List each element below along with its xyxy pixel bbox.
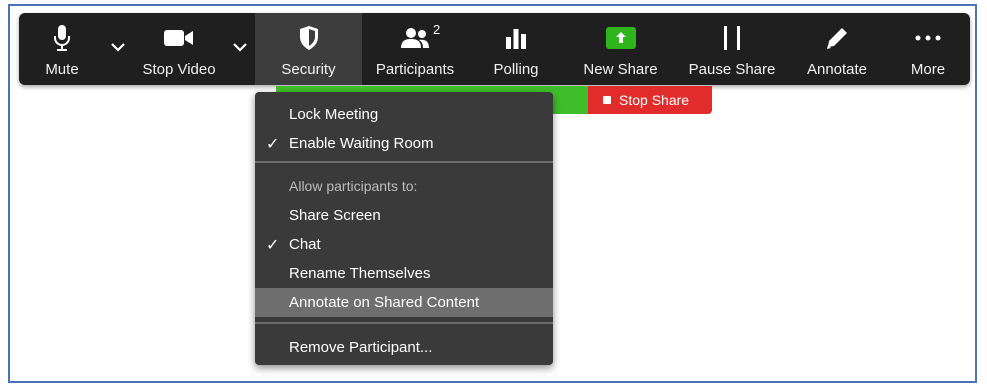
checkmark-icon: ✓ bbox=[266, 237, 280, 254]
new-share-button[interactable]: New Share bbox=[575, 13, 666, 85]
participants-button[interactable]: 2 Participants bbox=[365, 13, 465, 85]
pause-share-label: Pause Share bbox=[688, 61, 776, 78]
video-options-chevron[interactable] bbox=[229, 37, 251, 57]
menu-item-lock-meeting[interactable]: Lock Meeting bbox=[255, 100, 553, 129]
stop-video-label: Stop Video bbox=[142, 61, 216, 78]
security-label: Security bbox=[281, 61, 336, 78]
bar-chart-icon bbox=[477, 24, 555, 52]
pause-share-button[interactable]: Pause Share bbox=[681, 13, 783, 85]
stop-video-button[interactable]: Stop Video bbox=[131, 13, 227, 85]
share-upload-icon bbox=[575, 24, 666, 52]
lock-meeting-label: Lock Meeting bbox=[289, 106, 379, 123]
participants-icon bbox=[365, 24, 465, 52]
pause-icon bbox=[681, 24, 783, 52]
polling-label: Polling bbox=[493, 61, 539, 78]
mute-label: Mute bbox=[45, 61, 79, 78]
remove-participant-label: Remove Participant... bbox=[289, 339, 433, 356]
menu-divider bbox=[255, 322, 553, 324]
participants-count-badge: 2 bbox=[433, 22, 441, 37]
participants-label: Participants bbox=[375, 61, 455, 78]
menu-item-annotate-shared-content[interactable]: Annotate on Shared Content bbox=[255, 288, 553, 317]
chevron-down-icon bbox=[111, 43, 125, 52]
menu-item-rename-themselves[interactable]: Rename Themselves bbox=[255, 259, 553, 288]
rename-themselves-label: Rename Themselves bbox=[289, 265, 431, 282]
menu-divider bbox=[255, 161, 553, 163]
new-share-label: New Share bbox=[583, 61, 658, 78]
chat-label: Chat bbox=[289, 236, 321, 253]
stop-share-label: Stop Share bbox=[619, 92, 690, 108]
menu-item-chat[interactable]: ✓ Chat bbox=[255, 230, 553, 259]
annotate-shared-content-label: Annotate on Shared Content bbox=[289, 294, 480, 311]
more-button[interactable]: More bbox=[897, 13, 959, 85]
security-dropdown-menu: Lock Meeting ✓ Enable Waiting Room Allow… bbox=[255, 92, 553, 365]
menu-item-enable-waiting-room[interactable]: ✓ Enable Waiting Room bbox=[255, 129, 553, 158]
annotate-button[interactable]: Annotate bbox=[794, 13, 880, 85]
stop-square-icon bbox=[603, 96, 611, 104]
security-button[interactable]: Security bbox=[255, 13, 362, 85]
chevron-down-icon bbox=[233, 43, 247, 52]
meeting-toolbar: Mute Stop Video Security 2 Participants … bbox=[19, 13, 970, 85]
audio-options-chevron[interactable] bbox=[107, 37, 129, 57]
share-screen-label: Share Screen bbox=[289, 207, 381, 224]
video-camera-icon bbox=[131, 24, 227, 52]
allow-participants-header: Allow participants to: bbox=[289, 178, 418, 194]
menu-item-share-screen[interactable]: Share Screen bbox=[255, 201, 553, 230]
polling-button[interactable]: Polling bbox=[477, 13, 555, 85]
menu-section-header: Allow participants to: bbox=[255, 172, 553, 201]
mute-button[interactable]: Mute bbox=[31, 13, 93, 85]
checkmark-icon: ✓ bbox=[266, 136, 280, 153]
microphone-icon bbox=[31, 24, 93, 52]
shield-icon bbox=[255, 24, 362, 52]
annotate-label: Annotate bbox=[806, 61, 868, 78]
stop-share-button[interactable]: Stop Share bbox=[588, 86, 712, 114]
enable-waiting-room-label: Enable Waiting Room bbox=[289, 135, 434, 152]
pencil-icon bbox=[794, 24, 880, 52]
more-label: More bbox=[910, 61, 946, 78]
more-dots-icon bbox=[897, 24, 959, 52]
menu-item-remove-participant[interactable]: Remove Participant... bbox=[255, 333, 553, 362]
